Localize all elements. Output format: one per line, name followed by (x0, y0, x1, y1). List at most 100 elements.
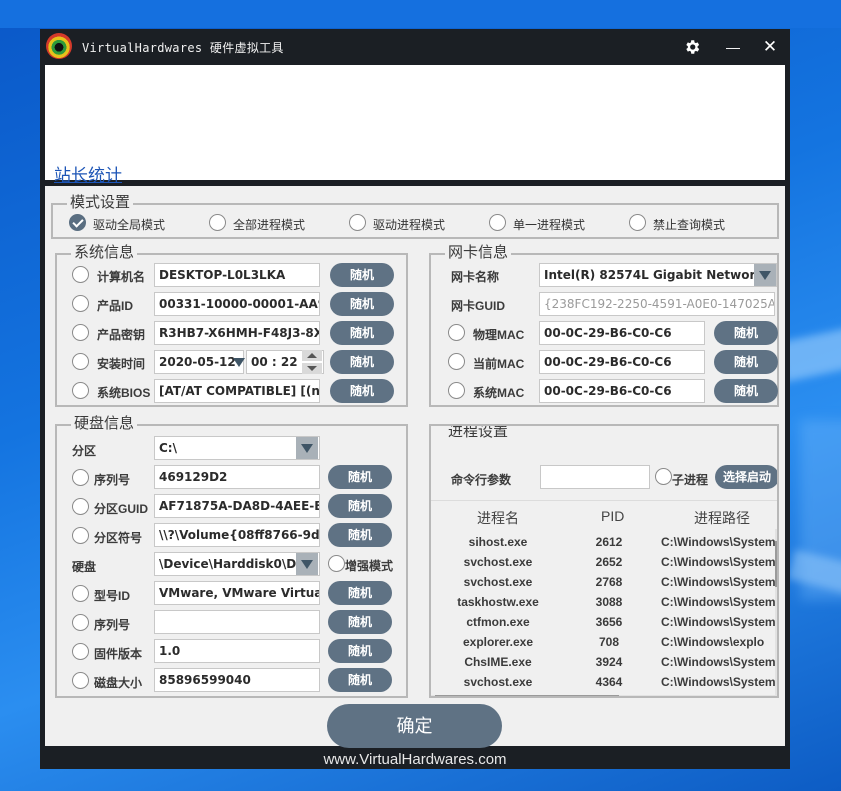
current-mac-random-button[interactable]: 随机 (714, 350, 778, 374)
system-mac-random-button[interactable]: 随机 (714, 379, 778, 403)
product-id-radio[interactable] (72, 295, 89, 312)
bios-field[interactable]: [AT/AT COMPATIBLE] [(n (154, 379, 320, 403)
model-id-field[interactable]: VMware, VMware Virtual (154, 581, 320, 605)
select-start-button[interactable]: 选择启动 (715, 465, 777, 489)
bios-radio[interactable] (72, 382, 89, 399)
horizontal-scroll-thumb[interactable] (435, 695, 619, 696)
table-row[interactable]: sihost.exe 2612 C:\Windows\System (431, 533, 775, 553)
table-row[interactable]: explorer.exe 708 C:\Windows\explo (431, 633, 775, 653)
partition-symbol-field[interactable]: \\?\Volume{08ff8766-9d4 (154, 523, 320, 547)
process-name-cell: svchost.exe (463, 575, 533, 589)
nic-name-dropdown[interactable]: Intel(R) 82574L Gigabit Network C (539, 263, 777, 287)
firmware-random-button[interactable]: 随机 (328, 639, 392, 663)
partition-guid-radio[interactable] (72, 498, 89, 515)
firmware-radio[interactable] (72, 643, 89, 660)
enhanced-mode-label: 增强模式 (345, 559, 394, 573)
system-mac-field[interactable]: 00-0C-29-B6-C0-C6 (539, 379, 705, 403)
bios-label: 系统BIOS (97, 386, 151, 400)
install-time-radio[interactable] (72, 353, 89, 370)
computer-name-field[interactable]: DESKTOP-L0L3LKA (154, 263, 320, 287)
system-mac-radio[interactable] (448, 382, 465, 399)
disk-serial2-field[interactable] (154, 610, 320, 634)
disk-size-radio[interactable] (72, 672, 89, 689)
process-pid-cell: 2652 (595, 555, 623, 569)
gear-icon[interactable] (683, 38, 701, 56)
close-button[interactable]: ✕ (759, 36, 781, 58)
bios-random-button[interactable]: 随机 (330, 379, 394, 403)
current-mac-field[interactable]: 00-0C-29-B6-C0-C6 (539, 350, 705, 374)
disk-size-field[interactable]: 85896599040 (154, 668, 320, 692)
firmware-label: 固件版本 (94, 647, 143, 661)
partition-symbol-label: 分区符号 (94, 531, 143, 545)
confirm-button[interactable]: 确定 (327, 704, 502, 748)
computer-name-radio[interactable] (72, 266, 89, 283)
table-row[interactable]: svchost.exe 2768 C:\Windows\System (431, 573, 775, 593)
physical-mac-field[interactable]: 00-0C-29-B6-C0-C6 (539, 321, 705, 345)
vertical-scroll-thumb[interactable] (775, 541, 777, 587)
disk-serial-random-button[interactable]: 随机 (328, 465, 392, 489)
install-time-random-button[interactable]: 随机 (330, 350, 394, 374)
mode-radio-no-query[interactable] (629, 214, 646, 231)
process-path-cell: C:\Windows\System (661, 655, 775, 669)
firmware-field[interactable]: 1.0 (154, 639, 320, 663)
title-bar[interactable]: VirtualHardwares 硬件虚拟工具 — ✕ (40, 29, 790, 65)
table-row[interactable]: ChsIME.exe 3924 C:\Windows\System (431, 653, 775, 673)
enhanced-mode-radio[interactable] (328, 555, 345, 572)
disk-size-random-button[interactable]: 随机 (328, 668, 392, 692)
col-header-pid[interactable]: PID (601, 508, 624, 524)
partition-dropdown-arrow-icon[interactable] (296, 437, 318, 459)
computer-name-label: 计算机名 (97, 270, 146, 284)
disk-serial-field[interactable]: 469129D2 (154, 465, 320, 489)
partition-symbol-radio[interactable] (72, 527, 89, 544)
mode-label: 全部进程模式 (233, 218, 306, 232)
product-key-random-button[interactable]: 随机 (330, 321, 394, 345)
stats-link[interactable]: 站长统计 (54, 161, 122, 186)
table-row[interactable]: taskhostw.exe 3088 C:\Windows\System (431, 593, 775, 613)
mode-radio-driver-process[interactable] (349, 214, 366, 231)
col-header-path[interactable]: 进程路径 (694, 508, 750, 528)
disk-size-label: 磁盘大小 (94, 676, 143, 690)
process-legend: 进程设置 (445, 426, 512, 441)
table-row[interactable]: svchost.exe 2652 C:\Windows\System (431, 553, 775, 573)
nic-guid-field[interactable]: {238FC192-2250-4591-A0E0-147025A6 (539, 292, 775, 316)
mode-radio-all-process[interactable] (209, 214, 226, 231)
physical-mac-random-button[interactable]: 随机 (714, 321, 778, 345)
time-spinner-icon[interactable] (302, 350, 322, 374)
mode-radio-driver-global[interactable] (69, 214, 86, 231)
partition-guid-field[interactable]: AF71875A-DA8D-4AEE-BB (154, 494, 320, 518)
partition-symbol-random-button[interactable]: 随机 (328, 523, 392, 547)
process-path-cell: C:\Windows\System (661, 535, 775, 549)
cmd-args-input[interactable] (540, 465, 650, 489)
minimize-button[interactable]: — (722, 36, 744, 58)
disk-serial-radio[interactable] (72, 469, 89, 486)
mode-radio-single-process[interactable] (489, 214, 506, 231)
computer-name-random-button[interactable]: 随机 (330, 263, 394, 287)
table-row[interactable]: svchost.exe 4364 C:\Windows\System (431, 673, 775, 693)
install-date-dropdown-icon[interactable] (228, 351, 245, 373)
model-id-random-button[interactable]: 随机 (328, 581, 392, 605)
col-header-name[interactable]: 进程名 (477, 508, 519, 528)
product-key-field[interactable]: R3HB7-X6HMH-F48J3-8XJ (154, 321, 320, 345)
process-path-cell: C:\Windows\System (661, 555, 775, 569)
process-path-cell: C:\Windows\System (661, 595, 775, 609)
product-id-random-button[interactable]: 随机 (330, 292, 394, 316)
process-pid-cell: 708 (598, 635, 620, 649)
child-process-radio[interactable] (655, 468, 672, 485)
disk-serial2-radio[interactable] (72, 614, 89, 631)
physical-mac-radio[interactable] (448, 324, 465, 341)
product-id-field[interactable]: 00331-10000-00001-AA924 (154, 292, 320, 316)
vertical-scrollbar[interactable] (775, 529, 777, 696)
product-key-radio[interactable] (72, 324, 89, 341)
nic-dropdown-arrow-icon[interactable] (754, 264, 776, 286)
process-name-cell: ctfmon.exe (466, 615, 530, 629)
main-content: 模式设置 驱动全局模式 全部进程模式 驱动进程模式 单一进程模式 禁止查询模式 … (45, 186, 785, 746)
horizontal-scrollbar[interactable] (431, 695, 775, 696)
partition-guid-random-button[interactable]: 随机 (328, 494, 392, 518)
current-mac-radio[interactable] (448, 353, 465, 370)
harddisk-dropdown-arrow-icon[interactable] (296, 553, 318, 575)
table-row[interactable]: ctfmon.exe 3656 C:\Windows\System (431, 613, 775, 633)
model-id-radio[interactable] (72, 585, 89, 602)
system-info-group: 系统信息 计算机名 DESKTOP-L0L3LKA 随机 产品ID 00331-… (55, 244, 408, 407)
process-pid-cell: 3924 (595, 655, 623, 669)
disk-serial2-random-button[interactable]: 随机 (328, 610, 392, 634)
